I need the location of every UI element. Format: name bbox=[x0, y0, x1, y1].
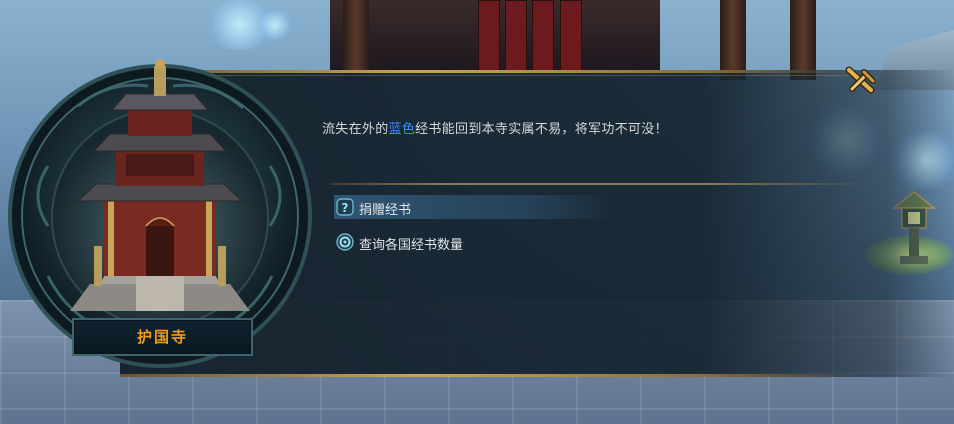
pillar bbox=[343, 0, 369, 80]
dialog-divider bbox=[330, 183, 870, 185]
ring-icon bbox=[336, 233, 354, 251]
pillar bbox=[790, 0, 816, 80]
option-donate-scriptures[interactable]: ? 捐赠经书 bbox=[334, 195, 614, 219]
close-icon bbox=[845, 66, 876, 94]
message-text-start: 流失在外的 bbox=[322, 122, 389, 137]
option-label: 捐赠经书 bbox=[359, 203, 412, 218]
option-query-scripture-count[interactable]: 查询各国经书数量 bbox=[334, 230, 614, 254]
message-highlight: 蓝色 bbox=[388, 122, 416, 137]
question-icon: ? bbox=[336, 198, 354, 216]
option-label: 查询各国经书数量 bbox=[359, 238, 464, 253]
svg-text:?: ? bbox=[342, 201, 349, 215]
pillar bbox=[720, 0, 746, 80]
hanging-banner bbox=[560, 0, 582, 72]
close-button[interactable] bbox=[840, 60, 880, 100]
message-text-end: 经书能回到本寺实属不易，将军功不可没！ bbox=[415, 122, 668, 137]
npc-name-plate: 护国寺 bbox=[72, 318, 253, 356]
hanging-banner bbox=[478, 0, 500, 72]
dialog-message: 流失在外的蓝色经书能回到本寺实属不易，将军功不可没！ bbox=[322, 118, 668, 137]
hanging-banner bbox=[505, 0, 527, 72]
npc-name: 护国寺 bbox=[136, 328, 188, 346]
hanging-banner bbox=[532, 0, 554, 72]
magic-glow bbox=[255, 10, 295, 40]
